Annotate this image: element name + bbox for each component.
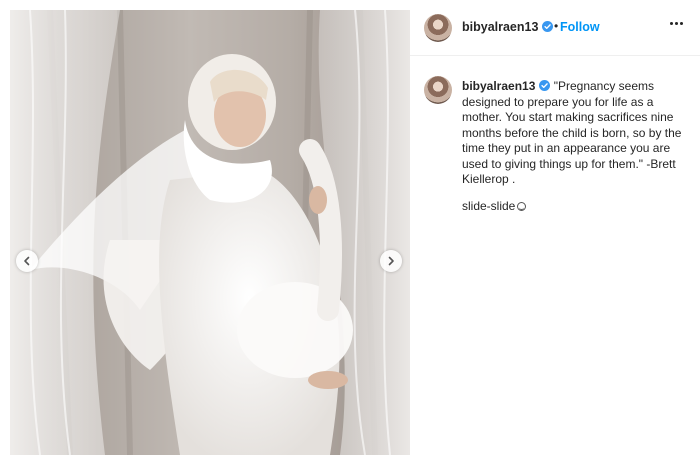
post-header: bibyalraen13 • Follow [410, 0, 700, 56]
caption-text: "Pregnancy seems designed to prepare you… [462, 79, 682, 186]
avatar[interactable] [424, 76, 452, 104]
caption-extra-text: slide-slide [462, 199, 516, 213]
chevron-right-icon [388, 256, 394, 266]
caption-username-text[interactable]: bibyalraen13 [462, 79, 535, 93]
username-text[interactable]: bibyalraen13 [462, 20, 538, 34]
maternity-photo [10, 10, 410, 455]
instagram-post: bibyalraen13 • Follow bibyalraen13 "Preg… [0, 0, 700, 465]
caption-extra-line: slide-slide [462, 199, 527, 213]
previous-slide-button[interactable] [16, 250, 38, 272]
post-photo[interactable] [10, 10, 410, 455]
smile-emoji-icon [517, 202, 527, 211]
verified-badge-icon [542, 21, 554, 32]
next-slide-button[interactable] [380, 250, 402, 272]
username-link[interactable]: bibyalraen13 [462, 20, 554, 34]
caption-body: bibyalraen13 "Pregnancy seems designed t… [462, 79, 690, 188]
more-options-icon[interactable] [666, 16, 686, 30]
post-side-panel: bibyalraen13 • Follow bibyalraen13 "Preg… [410, 0, 700, 465]
caption-username[interactable]: bibyalraen13 [462, 79, 551, 93]
chevron-left-icon [24, 256, 30, 266]
dot-separator: • [554, 19, 559, 33]
avatar[interactable] [424, 14, 452, 42]
verified-badge-icon [539, 80, 551, 91]
follow-button[interactable]: Follow [560, 20, 600, 34]
